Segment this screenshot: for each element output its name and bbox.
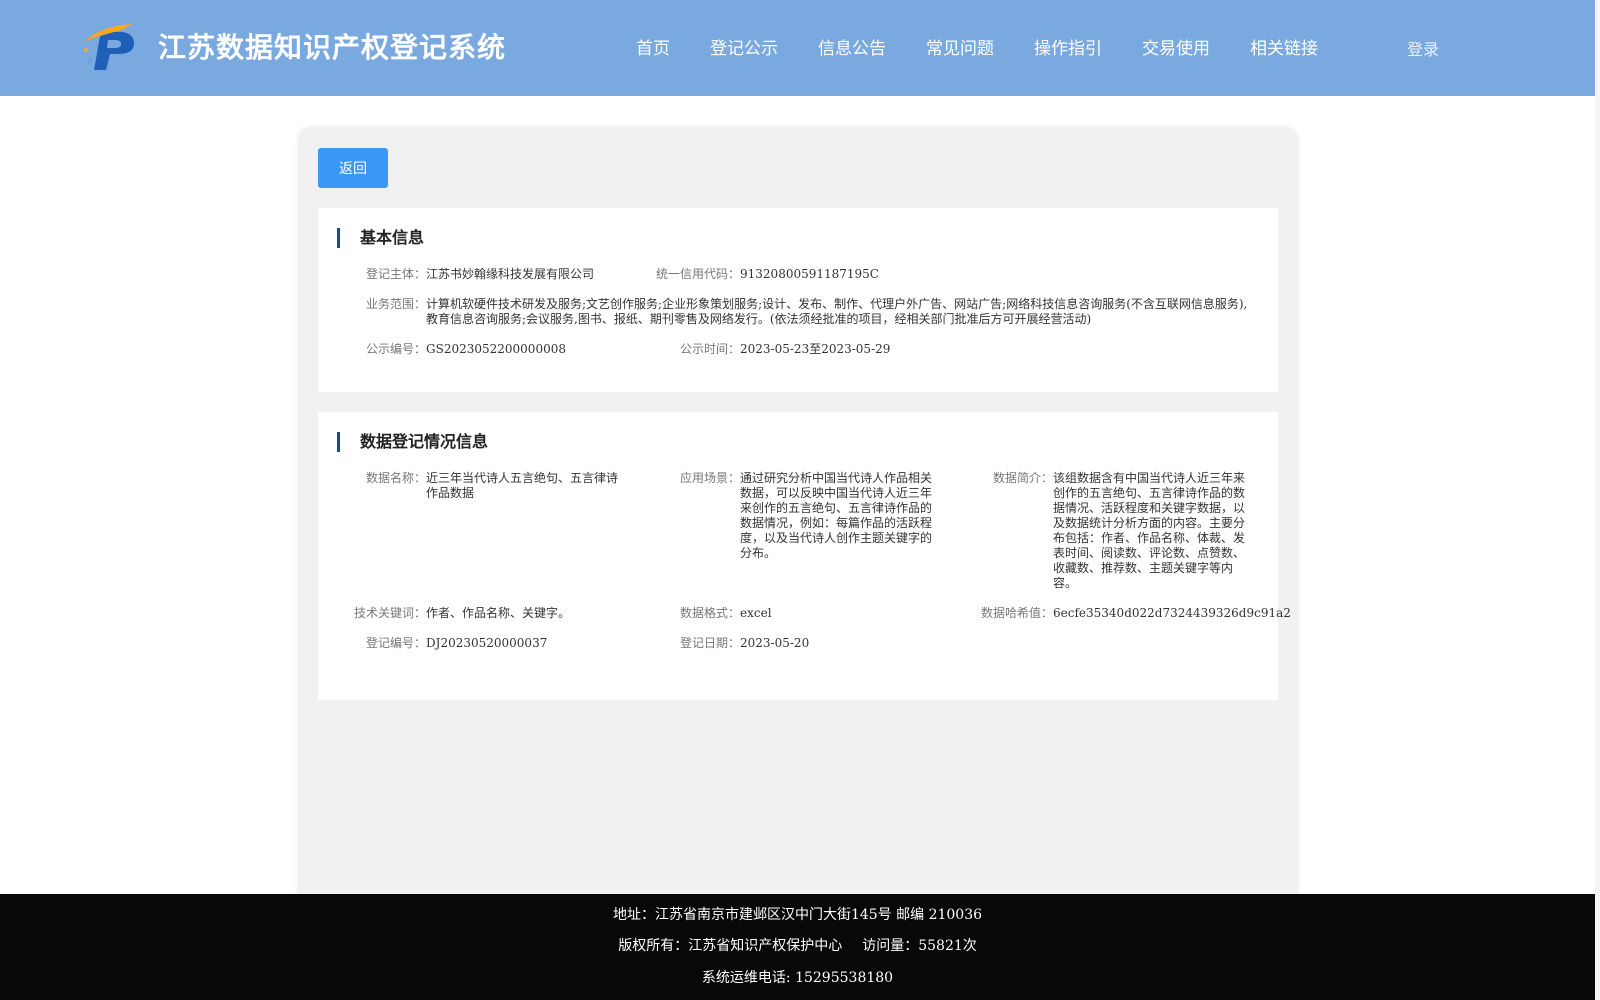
footer-address: 地址：江苏省南京市建邺区汉中门大街145号 邮编 210036	[612, 907, 983, 923]
format-value: excel	[740, 606, 772, 620]
format-label: 数据格式：	[680, 606, 741, 620]
intro-label: 数据简介：	[993, 471, 1054, 485]
page-footer: 地址：江苏省南京市建邺区汉中门大街145号 邮编 210036 版权所有：江苏省…	[0, 894, 1595, 1000]
nav-related-links[interactable]: 相关链接	[1250, 34, 1318, 59]
field-credit-code: 统一信用代码： 91320800591187195C	[656, 267, 879, 282]
reg-no-value: DJ20230520000037	[426, 636, 548, 650]
page-scrollbar[interactable]	[1595, 0, 1600, 1000]
data-name-value: 近三年当代诗人五言绝句、五言律诗作品数据	[426, 471, 619, 500]
footer-copyright: 版权所有：江苏省知识产权保护中心	[618, 938, 843, 954]
intro-value: 该组数据含有中国当代诗人近三年来创作的五言绝句、五言律诗作品的数据情况、活跃程度…	[1053, 471, 1246, 590]
data-registration-card: 数据登记情况信息 数据名称： 近三年当代诗人五言绝句、五言律诗作品数据 应用场景…	[318, 412, 1291, 700]
footer-phone: 系统运维电话: 15295538180	[701, 970, 894, 986]
field-registration-date: 登记日期： 2023-05-20	[680, 636, 809, 651]
scope-value: 计算机软硬件技术研发及服务;文艺创作服务;企业形象策划服务;设计、发布、制作、代…	[426, 297, 1248, 326]
data-name-label: 数据名称：	[366, 471, 427, 485]
field-data-name: 数据名称： 近三年当代诗人五言绝句、五言律诗作品数据	[366, 471, 624, 501]
reg-date-value: 2023-05-20	[740, 636, 810, 650]
hash-label: 数据哈希值：	[981, 606, 1054, 620]
field-notice-no: 公示编号： GS2023052200000008	[366, 342, 566, 357]
field-registration-no: 登记编号： DJ20230520000037	[366, 636, 547, 651]
back-button[interactable]: 返回	[318, 148, 388, 188]
nav-home[interactable]: 首页	[636, 34, 670, 59]
field-keywords: 技术关键词： 作者、作品名称、关键字。	[354, 606, 570, 621]
logo-icon[interactable]	[80, 20, 140, 72]
scene-value: 通过研究分析中国当代诗人作品相关数据，可以反映中国当代诗人近三年来创作的五言绝句…	[740, 471, 933, 560]
credit-code-label: 统一信用代码：	[656, 267, 741, 281]
nav-trade-use[interactable]: 交易使用	[1142, 34, 1210, 59]
nav-registration-notice[interactable]: 登记公示	[710, 34, 778, 59]
notice-time-value: 2023-05-23至2023-05-29	[740, 342, 891, 356]
field-data-format: 数据格式： excel	[680, 606, 772, 621]
keywords-label: 技术关键词：	[354, 606, 427, 620]
subject-value: 江苏书妙翰缘科技发展有限公司	[426, 267, 595, 281]
scope-label: 业务范围：	[366, 297, 427, 311]
top-header: 江苏数据知识产权登记系统 首页 登记公示 信息公告 常见问题 操作指引 交易使用…	[0, 0, 1595, 96]
credit-code-value: 91320800591187195C	[740, 267, 879, 281]
site-title[interactable]: 江苏数据知识产权登记系统	[158, 26, 506, 66]
field-data-hash: 数据哈希值： 6ecfe35340d022d7324439326d9c91a2	[981, 606, 1291, 621]
field-subject: 登记主体： 江苏书妙翰缘科技发展有限公司	[366, 267, 594, 282]
basic-info-title: 基本信息	[337, 228, 424, 248]
data-registration-title: 数据登记情况信息	[337, 432, 488, 452]
scene-label: 应用场景：	[680, 471, 741, 485]
reg-no-label: 登记编号：	[366, 636, 427, 650]
subject-label: 登记主体：	[366, 267, 427, 281]
footer-visits: 访问量：55821次	[862, 938, 977, 954]
field-business-scope: 业务范围： 计算机软硬件技术研发及服务;文艺创作服务;企业形象策划服务;设计、发…	[366, 297, 1256, 327]
detail-panel: 返回 基本信息 登记主体： 江苏书妙翰缘科技发展有限公司 统一信用代码： 913…	[298, 127, 1298, 907]
basic-info-card: 基本信息 登记主体： 江苏书妙翰缘科技发展有限公司 统一信用代码： 913208…	[318, 208, 1278, 392]
main-nav: 首页 登记公示 信息公告 常见问题 操作指引 交易使用 相关链接	[636, 34, 1358, 59]
nav-faq[interactable]: 常见问题	[926, 34, 994, 59]
hash-value: 6ecfe35340d022d7324439326d9c91a2	[1053, 606, 1291, 620]
notice-no-label: 公示编号：	[366, 342, 427, 356]
field-data-intro: 数据简介： 该组数据含有中国当代诗人近三年来创作的五言绝句、五言律诗作品的数据情…	[993, 471, 1251, 591]
keywords-value: 作者、作品名称、关键字。	[426, 606, 571, 620]
nav-info-announcement[interactable]: 信息公告	[818, 34, 886, 59]
login-link[interactable]: 登录	[1407, 36, 1439, 60]
notice-time-label: 公示时间：	[680, 342, 741, 356]
nav-guide[interactable]: 操作指引	[1034, 34, 1102, 59]
reg-date-label: 登记日期：	[680, 636, 741, 650]
field-application-scene: 应用场景： 通过研究分析中国当代诗人作品相关数据，可以反映中国当代诗人近三年来创…	[680, 471, 938, 561]
footer-copyright-row: 版权所有：江苏省知识产权保护中心 访问量：55821次	[0, 935, 1595, 955]
field-notice-time: 公示时间： 2023-05-23至2023-05-29	[680, 342, 890, 357]
notice-no-value: GS2023052200000008	[426, 342, 566, 356]
